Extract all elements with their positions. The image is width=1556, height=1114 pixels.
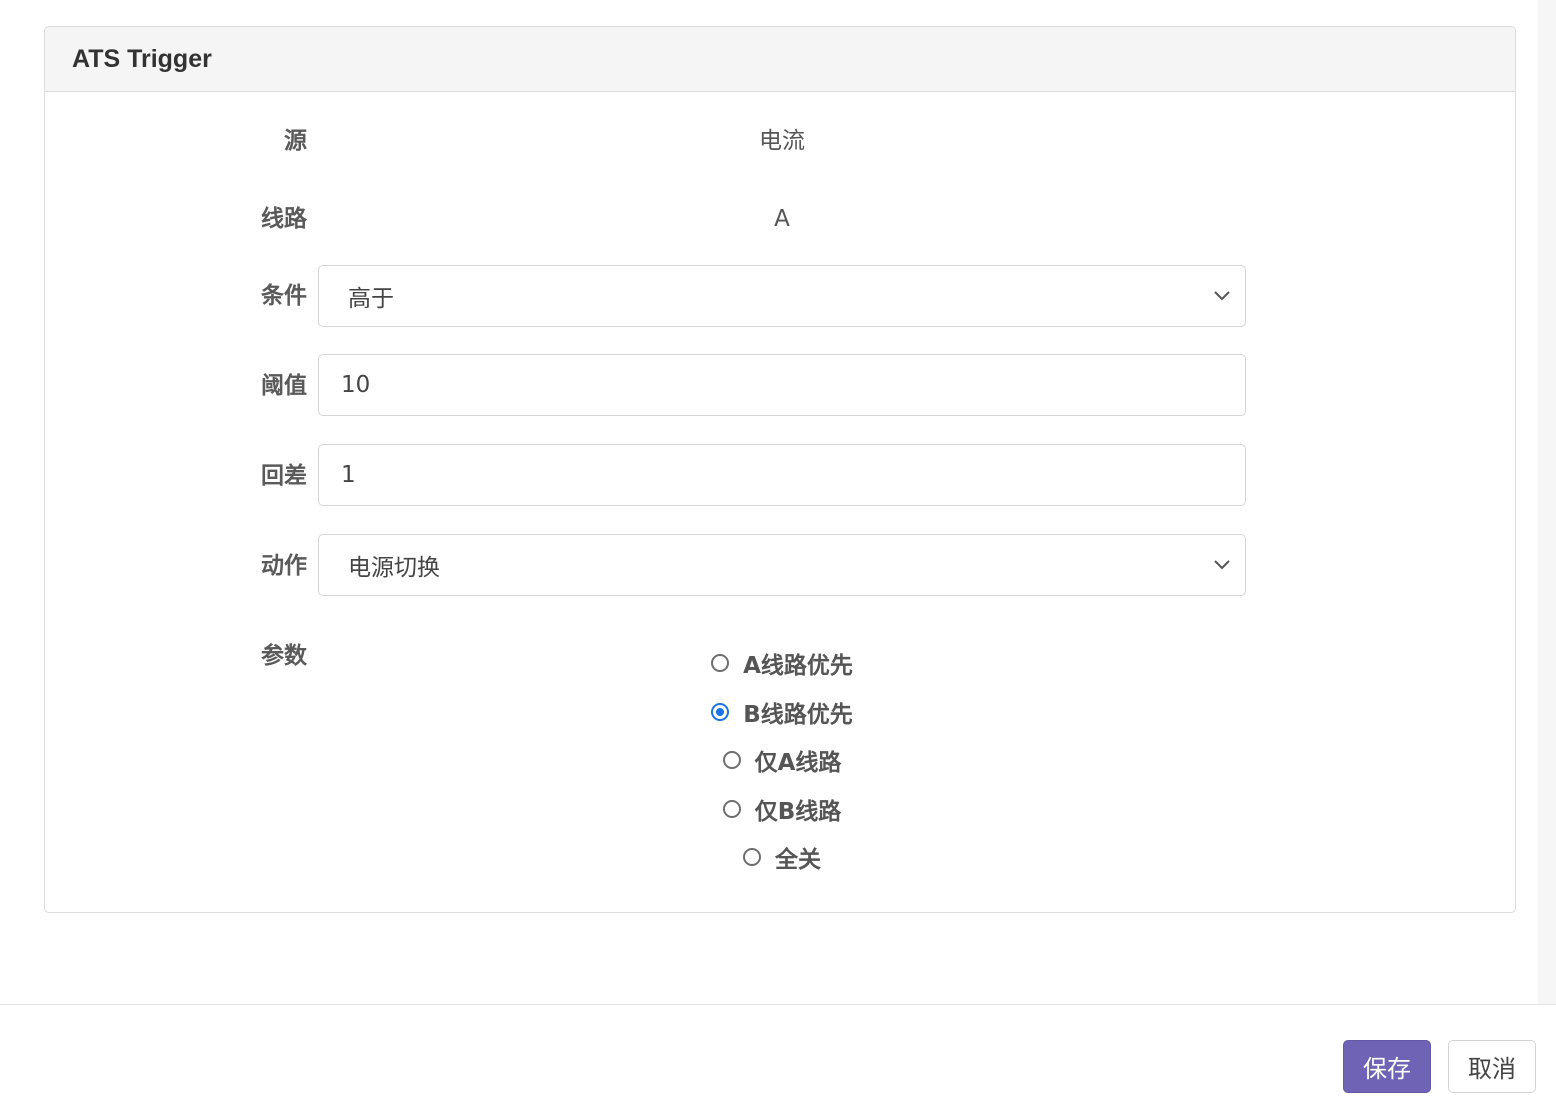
cancel-button[interactable]: 取消	[1448, 1040, 1536, 1093]
radio-button[interactable]	[722, 751, 741, 770]
radio-button[interactable]	[722, 799, 741, 818]
condition-label: 条件	[261, 283, 307, 309]
radio-label: 仅B线路	[754, 798, 842, 825]
action-label: 动作	[261, 553, 307, 579]
footer-divider	[0, 1004, 1556, 1005]
page-scrollbar-track[interactable]	[1538, 0, 1556, 1004]
source-label: 源	[284, 128, 307, 154]
params-radio-group: A线路优先 B线路优先 仅A线路 仅B线路 全关	[318, 639, 1246, 882]
save-button[interactable]: 保存	[1343, 1040, 1431, 1093]
card-title: ATS Trigger	[72, 44, 212, 73]
radio-label: B线路优先	[743, 701, 853, 728]
params-label: 参数	[261, 643, 307, 669]
line-label: 线路	[261, 206, 307, 232]
source-value: 电流	[759, 128, 805, 154]
hysteresis-input[interactable]: 1	[318, 444, 1246, 506]
radio-option-all-off[interactable]: 全关	[318, 833, 1246, 882]
threshold-input-value: 10	[341, 372, 371, 398]
chevron-down-icon	[1214, 291, 1230, 301]
radio-button[interactable]	[743, 848, 761, 867]
radio-label: 仅A线路	[754, 750, 842, 777]
radio-option-a-priority[interactable]: A线路优先	[318, 639, 1246, 688]
condition-select[interactable]: 高于	[318, 265, 1246, 327]
ats-trigger-card: ATS Trigger 源 电流 线路 A 条件 高于 阈值 10 回差 1 动…	[44, 26, 1516, 913]
action-selected-value: 电源切换	[348, 555, 440, 581]
radio-button[interactable]	[711, 702, 730, 721]
hysteresis-label: 回差	[261, 463, 307, 489]
chevron-down-icon	[1214, 560, 1230, 570]
radio-label: A线路优先	[743, 653, 853, 680]
action-select[interactable]: 电源切换	[318, 534, 1246, 596]
hysteresis-input-value: 1	[341, 462, 356, 488]
radio-label: 全关	[775, 847, 821, 874]
threshold-input[interactable]: 10	[318, 354, 1246, 416]
card-header: ATS Trigger	[45, 27, 1515, 92]
radio-button[interactable]	[711, 654, 730, 673]
radio-option-a-only[interactable]: 仅A线路	[318, 736, 1246, 785]
threshold-label: 阈值	[261, 373, 307, 399]
radio-option-b-only[interactable]: 仅B线路	[318, 785, 1246, 834]
line-value: A	[774, 206, 790, 232]
radio-option-b-priority[interactable]: B线路优先	[318, 688, 1246, 737]
condition-selected-value: 高于	[348, 286, 394, 312]
